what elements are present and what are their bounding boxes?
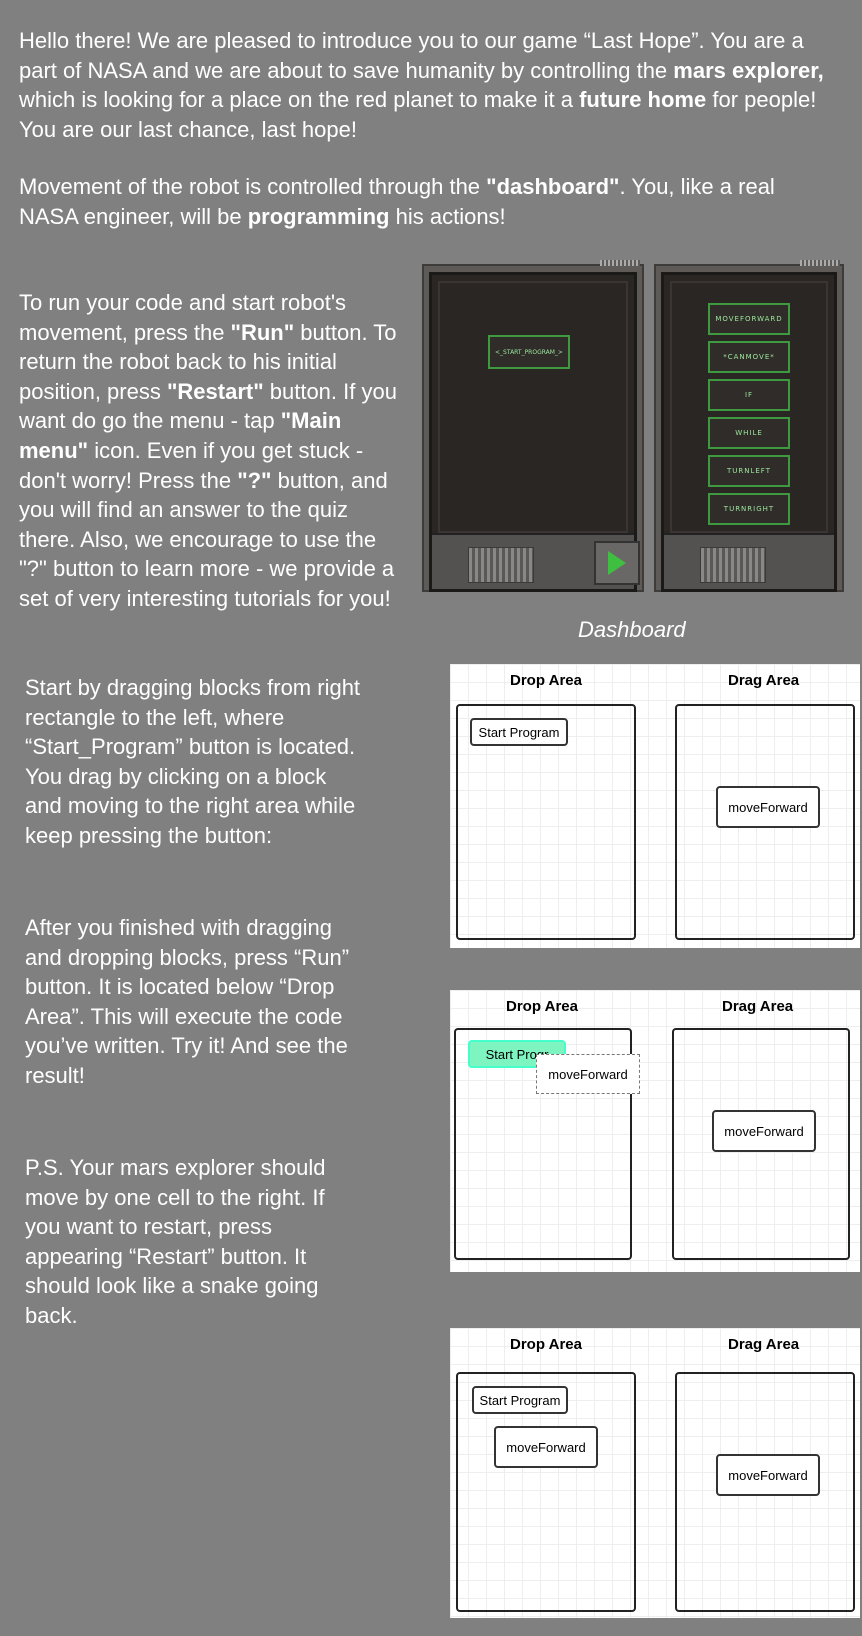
command-turn-right[interactable]: turnRight [708, 493, 790, 525]
intro-paragraph: Hello there! We are pleased to introduce… [19, 26, 839, 144]
move-forward-block[interactable]: moveForward [494, 1426, 598, 1468]
movement-text-3: his actions! [389, 203, 506, 229]
dashboard-commands-panel: moveForward *canMove* if while turnLeft … [654, 260, 844, 592]
drop-area-header: Drop Area [510, 672, 582, 689]
command-turn-left[interactable]: turnLeft [708, 455, 790, 487]
vent-decoration [800, 260, 840, 266]
dashboard-image: <_start_program_> moveForward *canMove* … [422, 260, 844, 598]
grille-decoration [700, 547, 766, 583]
drag-drop-illustration-3: Drop Area Drag Area Start Program moveFo… [450, 1328, 860, 1618]
run-help-paragraph: To run your code and start robot's movem… [19, 288, 399, 614]
intro-text-2: which is looking for a place on the red … [19, 87, 580, 113]
ps-paragraph: P.S. Your mars explorer should move by o… [25, 1155, 326, 1328]
command-move-forward[interactable]: moveForward [708, 303, 790, 335]
start-program-block[interactable]: Start Program [470, 718, 568, 746]
dashboard-floor [664, 533, 834, 589]
movement-bold-2: programming [247, 203, 390, 229]
drop-area-header: Drop Area [510, 1336, 582, 1353]
commands-screen: moveForward *canMove* if while turnLeft … [661, 272, 837, 592]
drag-area-header: Drag Area [722, 998, 794, 1015]
drag-drop-illustration-2: Drop Area Drag Area Start Progr moveForw… [450, 990, 860, 1272]
run-help-bold-2: "Restart" [166, 378, 264, 404]
move-forward-block[interactable]: moveForward [712, 1110, 816, 1152]
movement-text-1: Movement of the robot is controlled thro… [19, 174, 487, 199]
vent-decoration [600, 260, 640, 266]
dashboard-program-panel: <_start_program_> [422, 260, 644, 592]
drag-area-header: Drag Area [728, 672, 800, 689]
movement-paragraph: Movement of the robot is controlled thro… [19, 172, 839, 231]
program-screen: <_start_program_> [429, 272, 640, 592]
drop-area-header: Drop Area [506, 998, 578, 1015]
move-forward-block[interactable]: moveForward [716, 786, 820, 828]
play-icon [608, 551, 626, 575]
movement-bold-1: "dashboard" [486, 174, 620, 199]
grille-decoration [468, 547, 534, 583]
dashboard-floor [432, 533, 640, 589]
dashboard-caption: Dashboard [578, 617, 686, 642]
intro-bold-1: mars explorer, [673, 57, 824, 83]
start-program-block[interactable]: Start Program [472, 1386, 568, 1414]
start-program-block[interactable]: <_start_program_> [488, 335, 570, 369]
run-button[interactable] [594, 541, 640, 585]
drag-area-header: Drag Area [728, 1336, 800, 1353]
command-if[interactable]: if [708, 379, 790, 411]
program-area: <_start_program_> [438, 281, 628, 533]
commands-area: moveForward *canMove* if while turnLeft … [670, 281, 828, 533]
intro-bold-2: future home [579, 87, 707, 113]
drag-help-paragraph: Start by dragging blocks from right rect… [25, 675, 361, 848]
run-step-paragraph: After you finished with dragging and dro… [25, 915, 350, 1088]
dragged-move-forward-block[interactable]: moveForward [536, 1054, 640, 1094]
drag-drop-illustration-1: Drop Area Drag Area Start Program moveFo… [450, 664, 860, 948]
run-help-bold-1: "Run" [230, 319, 295, 345]
move-forward-block[interactable]: moveForward [716, 1454, 820, 1496]
command-while[interactable]: while [708, 417, 790, 449]
command-can-move[interactable]: *canMove* [708, 341, 790, 373]
run-help-bold-4: "?" [237, 467, 272, 493]
